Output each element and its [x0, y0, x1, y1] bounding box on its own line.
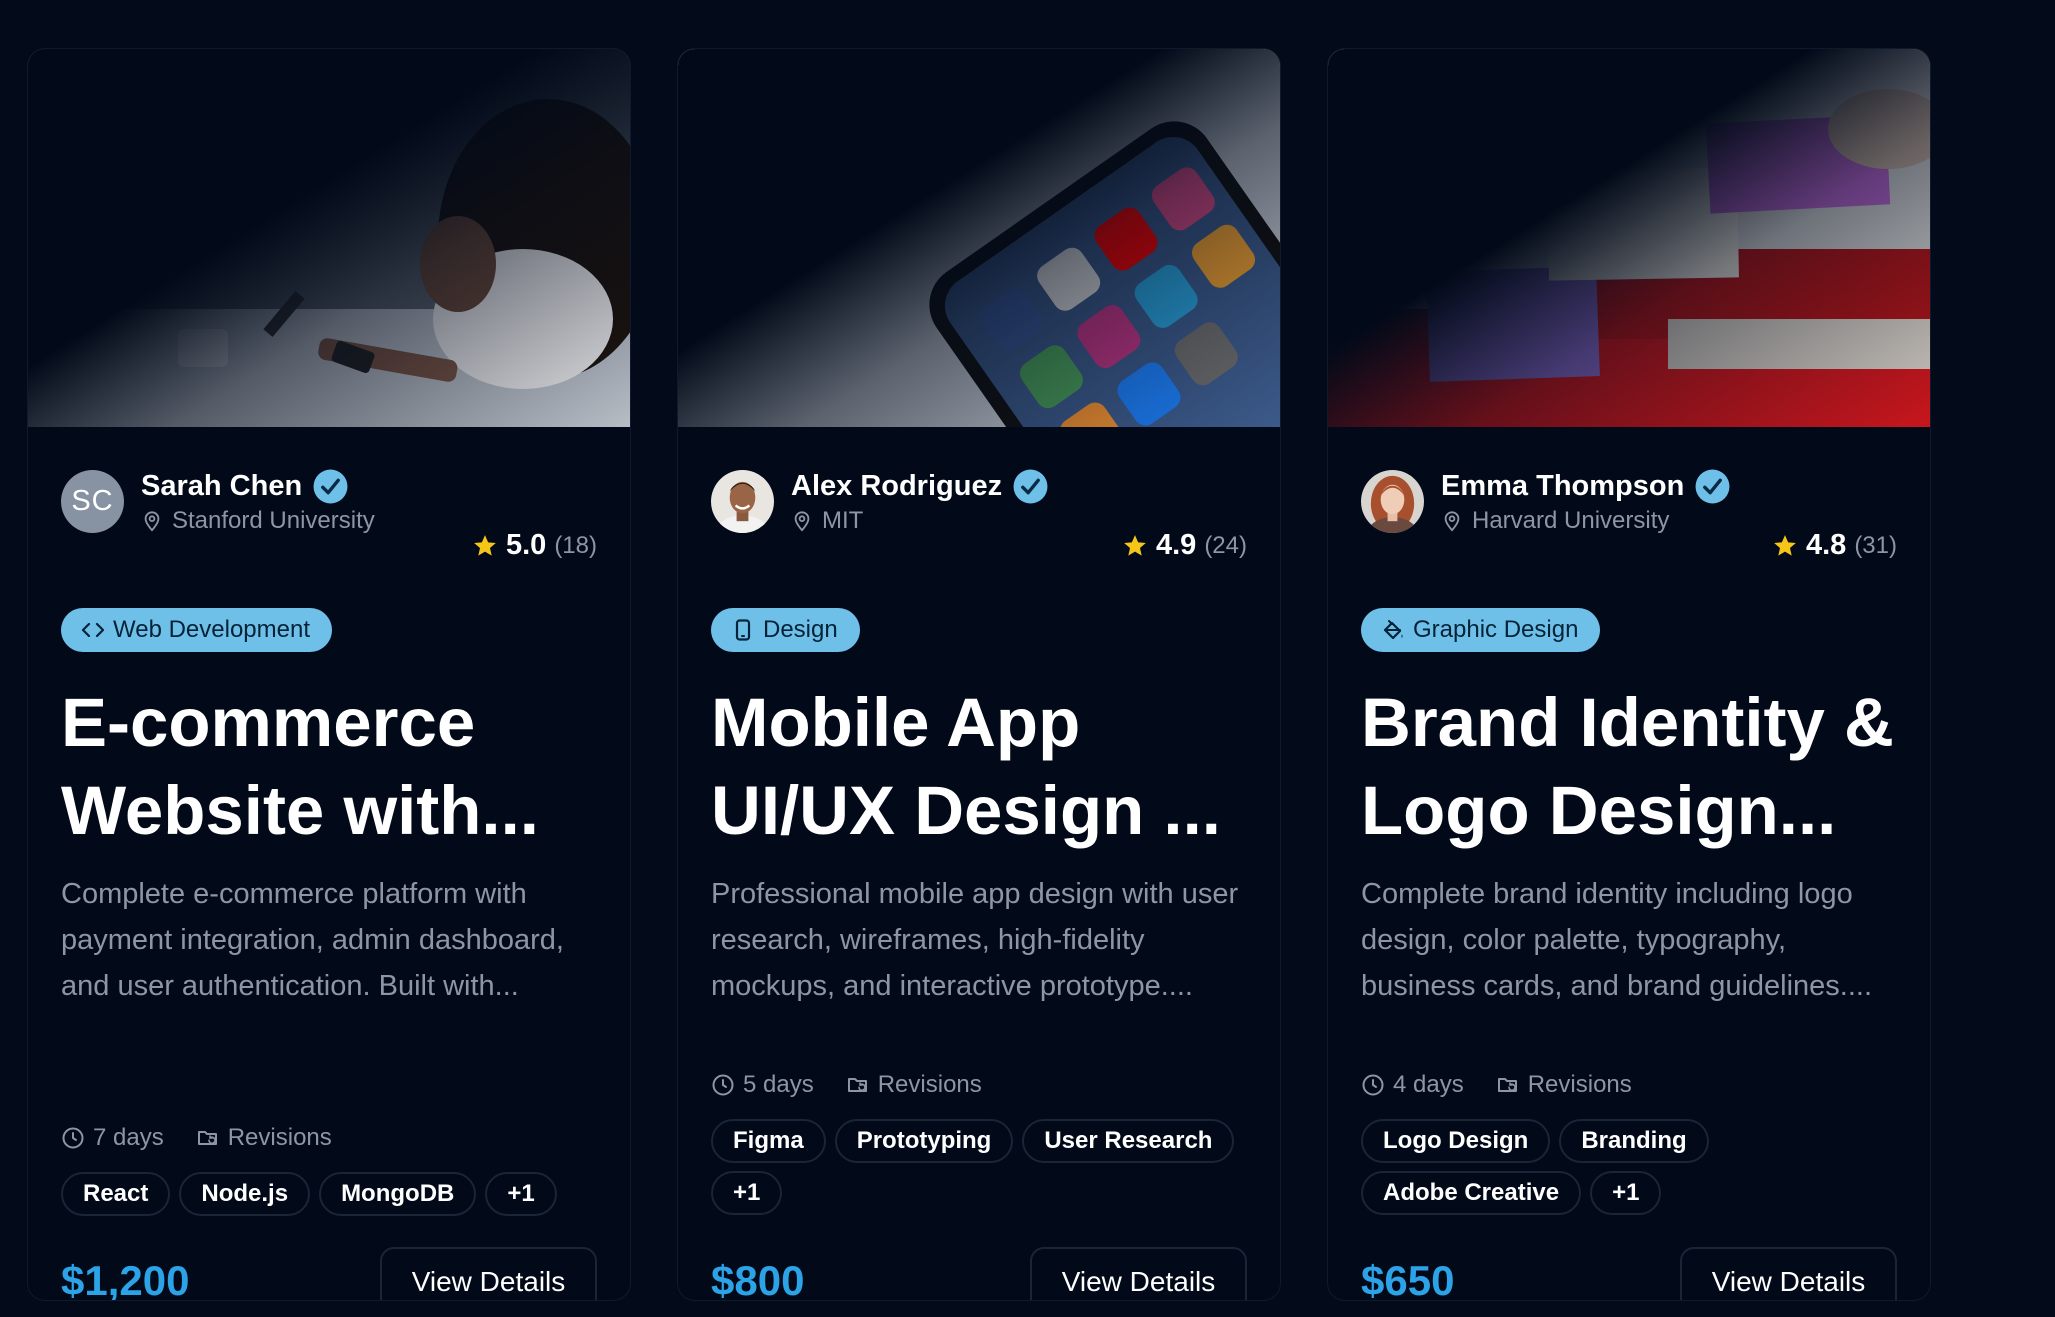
skill-tag[interactable]: Logo Design [1361, 1119, 1551, 1163]
rating: 4.8 (31) [1772, 529, 1897, 562]
project-meta: 7 days Revisions [61, 1124, 364, 1152]
rating: 4.9 (24) [1122, 529, 1247, 562]
location-pin-icon [144, 511, 160, 532]
category-badge[interactable]: Graphic Design [1361, 608, 1601, 652]
view-details-button[interactable]: View Details [380, 1247, 597, 1300]
project-title[interactable]: E-commerce Website with... [61, 679, 601, 855]
project-image [1328, 49, 1930, 427]
verified-icon [313, 469, 348, 503]
project-card[interactable]: SC Sarah Chen Stanford University 5.0 (1… [27, 48, 631, 1301]
revisions: Revisions [1527, 1071, 1632, 1098]
author-university: MIT [822, 507, 864, 534]
project-card[interactable]: Emma Thompson Harvard University 4.8 (31… [1327, 48, 1931, 1301]
project-title[interactable]: Brand Identity & Logo Design... [1361, 679, 1901, 855]
verified-icon [1695, 469, 1730, 503]
author-university: Harvard University [1472, 507, 1670, 534]
sticky-notes-photo [1328, 49, 1930, 427]
project-price: $1,200 [61, 1257, 190, 1301]
skill-tag[interactable]: Prototyping [834, 1119, 1014, 1163]
more-tags[interactable]: +1 [711, 1171, 783, 1215]
author-info: Emma Thompson Harvard University [1361, 467, 1731, 535]
project-description: Complete e-commerce platform with paymen… [61, 878, 564, 1002]
author-university: Stanford University [172, 507, 375, 534]
rating-count: (24) [1204, 531, 1247, 559]
project-meta: 5 days Revisions [711, 1071, 1014, 1099]
star-icon [1124, 534, 1146, 556]
smartphone-icon [735, 619, 751, 641]
skill-tag[interactable]: MongoDB [319, 1172, 477, 1216]
rating-count: (31) [1854, 531, 1897, 559]
rating-value: 4.9 [1155, 529, 1197, 561]
workspace-photo [28, 49, 630, 427]
avatar-photo [1361, 469, 1424, 533]
project-image [678, 49, 1280, 427]
revisions-icon [847, 1078, 867, 1092]
clock-icon [1362, 1074, 1384, 1096]
avatar-photo [711, 469, 774, 533]
avatar[interactable] [1361, 469, 1424, 533]
project-meta: 4 days Revisions [1361, 1071, 1664, 1099]
project-title[interactable]: Mobile App UI/UX Design ... [711, 679, 1251, 855]
avatar[interactable] [711, 469, 774, 533]
skill-tags: React Node.js MongoDB +1 [61, 1172, 606, 1224]
star-icon [1774, 534, 1796, 556]
more-tags[interactable]: +1 [1590, 1171, 1662, 1215]
project-price: $650 [1361, 1257, 1455, 1301]
skill-tags: Figma Prototyping User Research +1 [711, 1119, 1256, 1223]
skill-tag[interactable]: Adobe Creative [1361, 1171, 1582, 1215]
skill-tags: Logo Design Branding Adobe Creative +1 [1361, 1119, 1906, 1223]
author-name[interactable]: Sarah Chen [141, 470, 302, 503]
category-label: Design [763, 616, 838, 643]
revisions-icon [197, 1131, 217, 1145]
avatar[interactable]: SC [61, 469, 124, 533]
project-description: Complete brand identity including logo d… [1361, 878, 1873, 1002]
location-pin-icon [1444, 511, 1460, 532]
rating-count: (18) [554, 531, 597, 559]
category-label: Graphic Design [1413, 616, 1579, 643]
skill-tag[interactable]: User Research [1022, 1119, 1235, 1163]
project-grid: SC Sarah Chen Stanford University 5.0 (1… [27, 48, 1931, 1301]
duration: 5 days [743, 1071, 814, 1098]
duration: 4 days [1393, 1071, 1464, 1098]
rating-value: 5.0 [505, 529, 547, 561]
skill-tag[interactable]: React [61, 1172, 171, 1216]
phone-apps-photo [678, 49, 1280, 427]
star-icon [474, 534, 496, 556]
category-badge[interactable]: Web Development [61, 608, 332, 652]
view-details-button[interactable]: View Details [1680, 1247, 1897, 1300]
clock-icon [712, 1074, 734, 1096]
author-name[interactable]: Emma Thompson [1441, 470, 1684, 503]
clock-icon [62, 1127, 84, 1149]
category-badge[interactable]: Design [711, 608, 860, 652]
view-details-button[interactable]: View Details [1030, 1247, 1247, 1300]
skill-tag[interactable]: Node.js [179, 1172, 311, 1216]
rating-value: 4.8 [1805, 529, 1847, 561]
paint-bucket-icon [1383, 620, 1403, 640]
location-pin-icon [794, 511, 810, 532]
project-card[interactable]: Alex Rodriguez MIT 4.9 (24) Design Mobil… [677, 48, 1281, 1301]
rating: 5.0 (18) [472, 529, 597, 562]
project-price: $800 [711, 1257, 805, 1301]
skill-tag[interactable]: Figma [711, 1119, 826, 1163]
skill-tag[interactable]: Branding [1559, 1119, 1709, 1163]
project-description: Professional mobile app design with user… [711, 878, 1239, 1002]
revisions: Revisions [877, 1071, 982, 1098]
duration: 7 days [93, 1124, 164, 1151]
verified-icon [1013, 469, 1048, 503]
category-label: Web Development [113, 616, 310, 643]
code-icon [81, 622, 105, 638]
more-tags[interactable]: +1 [485, 1172, 557, 1216]
revisions: Revisions [227, 1124, 332, 1151]
author-name[interactable]: Alex Rodriguez [791, 470, 1002, 503]
author-info: SC Sarah Chen Stanford University [61, 467, 375, 535]
author-info: Alex Rodriguez MIT [711, 467, 1049, 535]
project-image [28, 49, 630, 427]
revisions-icon [1497, 1078, 1517, 1092]
